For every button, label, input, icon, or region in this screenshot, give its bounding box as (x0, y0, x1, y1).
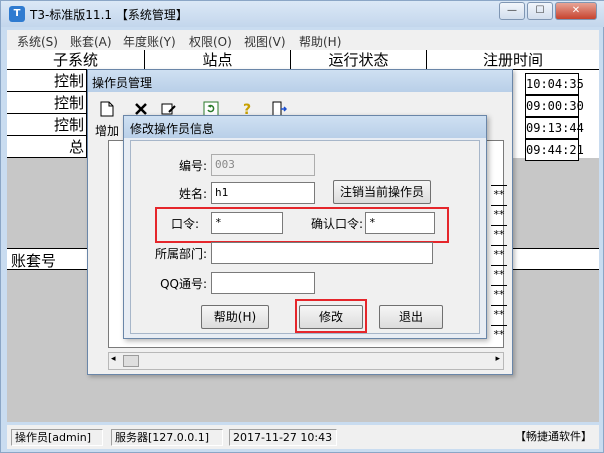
exit-button[interactable]: 退出 (379, 305, 443, 329)
help-button[interactable]: 帮助(H) (201, 305, 269, 329)
horizontal-scrollbar[interactable]: ◂ ▸ (108, 352, 504, 370)
title-bar: T T3-标准版11.1 【系统管理】 — ☐ ✕ (1, 1, 604, 27)
menu-account[interactable]: 账套(A) (70, 33, 112, 50)
confirm-password-label: 确认口令: (310, 217, 363, 231)
list-item[interactable]: ** (491, 325, 507, 345)
dialog-title: 修改操作员信息 (130, 122, 215, 136)
modify-button[interactable]: 修改 (299, 305, 363, 329)
minimize-button[interactable]: — (499, 2, 525, 20)
id-field: 003 (211, 154, 315, 176)
menu-help[interactable]: 帮助(H) (299, 33, 341, 50)
table-row-subsystem[interactable]: 控制 (7, 92, 87, 114)
menu-year-account[interactable]: 年度账(Y) (123, 33, 176, 50)
name-label: 姓名: (178, 187, 207, 201)
table-row-subsystem[interactable]: 控制 (7, 70, 87, 92)
scroll-thumb[interactable] (123, 355, 139, 367)
dialog-panel: 编号: 003 姓名: h1 注销当前操作员 口令: * 确认口令: * 所属部… (130, 140, 480, 334)
new-file-icon (100, 101, 114, 117)
status-server: 服务器[127.0.0.1] (111, 429, 223, 446)
menu-bar: 系统(S) 账套(A) 年度账(Y) 权限(O) 视图(V) 帮助(H) (7, 30, 599, 50)
table-row-time[interactable]: 09:13:44 (525, 117, 584, 139)
col-header-register-time[interactable]: 注册时间 (427, 50, 599, 70)
table-row-time[interactable]: 09:44:21 (525, 139, 584, 161)
table-row-time[interactable]: 09:00:30 (525, 95, 584, 117)
department-field[interactable] (211, 242, 433, 264)
password-label: 口令: (170, 217, 199, 231)
scroll-left-icon[interactable]: ◂ (111, 354, 116, 364)
list-item[interactable]: ** (491, 265, 507, 285)
logout-current-operator-button[interactable]: 注销当前操作员 (333, 180, 431, 204)
status-datetime: 2017-11-27 10:43 (229, 429, 337, 446)
menu-view[interactable]: 视图(V) (244, 33, 286, 50)
window-title: T3-标准版11.1 【系统管理】 (30, 8, 188, 22)
status-bar: 操作员[admin] 服务器[127.0.0.1] 2017-11-27 10:… (7, 425, 599, 449)
menu-permission[interactable]: 权限(O) (189, 33, 232, 50)
list-item[interactable]: ** (491, 185, 507, 205)
dialog-title-bar: 修改操作员信息 (124, 116, 486, 138)
confirm-password-field[interactable]: * (365, 212, 435, 234)
id-label: 编号: (178, 159, 207, 173)
main-window: T T3-标准版11.1 【系统管理】 — ☐ ✕ 系统(S) 账套(A) 年度… (0, 0, 604, 453)
col-header-account-no[interactable]: 账套号 (11, 250, 56, 271)
list-item[interactable]: ** (491, 205, 507, 225)
menu-system[interactable]: 系统(S) (17, 33, 58, 50)
add-operator-label: 增加 (95, 124, 120, 138)
scroll-right-icon[interactable]: ▸ (495, 354, 500, 364)
password-field[interactable]: * (211, 212, 283, 234)
status-brand: 【畅捷通软件】 (515, 430, 592, 443)
table-row-subsystem[interactable]: 总 (7, 136, 87, 158)
col-header-subsystem[interactable]: 子系统 (7, 50, 145, 70)
close-button[interactable]: ✕ (555, 2, 597, 20)
qq-field[interactable] (211, 272, 315, 294)
qq-label: QQ通号: (160, 277, 207, 291)
col-header-status[interactable]: 运行状态 (291, 50, 427, 70)
list-item[interactable]: ** (491, 305, 507, 325)
list-item[interactable]: ** (491, 285, 507, 305)
list-item[interactable]: ** (491, 245, 507, 265)
table-row-time[interactable]: 10:04:35 (525, 73, 584, 95)
add-operator-button[interactable] (96, 98, 118, 120)
maximize-button[interactable]: ☐ (527, 2, 553, 20)
list-item[interactable]: ** (491, 225, 507, 245)
col-header-site[interactable]: 站点 (145, 50, 291, 70)
status-operator: 操作员[admin] (11, 429, 103, 446)
department-label: 所属部门: (154, 247, 207, 261)
operator-window-title: 操作员管理 (92, 76, 153, 90)
delete-icon (135, 103, 147, 115)
app-logo-icon: T (9, 6, 25, 22)
name-field[interactable]: h1 (211, 182, 315, 204)
edit-operator-dialog: 修改操作员信息 编号: 003 姓名: h1 注销当前操作员 口令: * 确认口… (123, 115, 487, 339)
table-row-subsystem[interactable]: 控制 (7, 114, 87, 136)
edit-icon (161, 103, 176, 115)
operator-window-title-bar: 操作员管理 (88, 70, 512, 92)
